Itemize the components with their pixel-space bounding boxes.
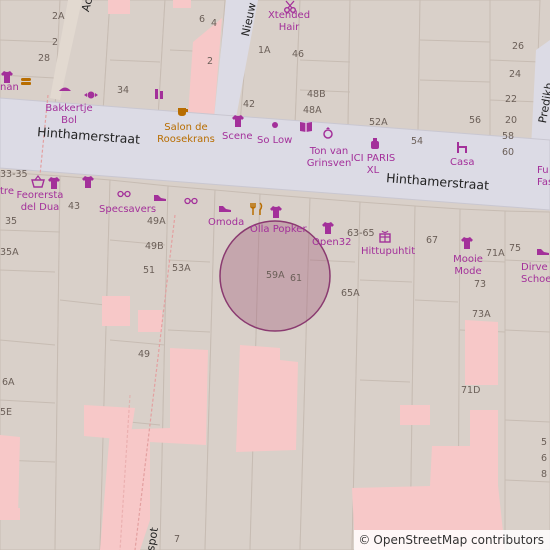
house-number: 2 (52, 37, 59, 48)
clothes-icon (322, 222, 334, 234)
poi-olla-popker[interactable]: Olla Popker (250, 225, 307, 235)
house-number: 35 (5, 216, 18, 227)
poi-specsavers[interactable]: Specsavers (99, 205, 156, 215)
poi-feorersta-del-dua[interactable]: Feorersta del Dua (14, 190, 66, 214)
house-number: 53A (172, 263, 191, 274)
house-number: 35A (0, 247, 19, 258)
house-number: 34 (117, 85, 130, 96)
house-number: 33-35 (0, 169, 28, 180)
gift-icon (379, 230, 391, 243)
house-number: 43 (68, 201, 81, 212)
house-number: 4 (211, 18, 218, 29)
attribution-text[interactable]: OpenStreetMap contributors (373, 533, 544, 547)
clothes-icon (1, 71, 13, 83)
shoes-icon (219, 206, 231, 212)
fast-food-icon (21, 78, 31, 85)
shop-dot-icon (272, 122, 278, 128)
map-attribution[interactable]: © OpenStreetMap contributors (354, 530, 550, 550)
poi-mooie-mode[interactable]: Mooie Mode (452, 254, 484, 278)
house-number: 73 (474, 279, 487, 290)
poi-ici-paris-xl[interactable]: ICI PARIS XL (350, 153, 396, 177)
house-number: 67 (426, 235, 439, 246)
house-number: 51 (143, 265, 156, 276)
confectionery-icon (84, 91, 98, 99)
house-number: 2A (52, 11, 65, 22)
poi-open32[interactable]: Open32 (312, 238, 351, 248)
clothes-icon (270, 206, 282, 218)
clothes-icon (48, 177, 60, 189)
restaurant-icon (250, 202, 263, 215)
furniture-icon (457, 142, 467, 153)
street-label-spot: spot (144, 526, 161, 550)
house-number: 6 (541, 453, 548, 464)
house-number: 22 (505, 94, 518, 105)
house-number: 71D (461, 385, 481, 396)
clothes-icon (82, 176, 94, 188)
poi-salon-de-roosekrans[interactable]: Salon de Roosekrans (154, 122, 218, 146)
house-number: 1A (258, 45, 271, 56)
hairdresser-icon (284, 0, 296, 13)
house-number: 52A (369, 117, 388, 128)
shoes-icon (154, 195, 166, 201)
house-number: 73A (472, 309, 491, 320)
clothes-icon (461, 237, 473, 249)
poi-hittupuhtit[interactable]: Hittupuhtit (361, 247, 415, 257)
shoes-icon (537, 249, 549, 255)
house-number: 2 (207, 56, 214, 67)
optician-icon (184, 197, 198, 205)
poi-nan[interactable]: nan (0, 83, 19, 93)
optician-icon (117, 190, 131, 198)
house-number: 48A (303, 105, 322, 116)
poi-bakkertje-bol[interactable]: Bakkertje Bol (39, 103, 99, 127)
poi-fu-fas[interactable]: Fu Fas (537, 165, 550, 189)
house-number: 54 (411, 136, 424, 147)
house-number: 7 (174, 534, 181, 545)
house-number: 49 (138, 349, 151, 360)
books-icon (300, 122, 312, 132)
perfumery-icon (371, 138, 379, 149)
house-number: 61 (290, 273, 303, 284)
poi-tre[interactable]: tre (0, 187, 14, 197)
poi-scene[interactable]: Scene (222, 132, 253, 142)
house-number: 5E (0, 407, 13, 418)
house-number: 49A (147, 216, 166, 227)
map-view[interactable]: Hinthamerstraat Hinthamerstraat Nieuw Pr… (0, 0, 550, 550)
poi-casa[interactable]: Casa (450, 158, 474, 168)
house-number: 46 (292, 49, 305, 60)
house-number: 5 (541, 437, 548, 448)
poi-omoda[interactable]: Omoda (208, 218, 244, 228)
house-number: 24 (509, 69, 522, 80)
house-number: 28 (38, 53, 51, 64)
house-number: 6 (199, 14, 206, 25)
house-number: 60 (502, 147, 515, 158)
house-number: 71A (486, 248, 505, 259)
house-number: 75 (509, 243, 522, 254)
house-number: 8 (541, 469, 548, 480)
beverages-icon (155, 89, 163, 99)
house-number: 48B (307, 89, 326, 100)
copyright-symbol: © (358, 533, 371, 547)
house-number: 58 (502, 131, 515, 142)
poi-dirve-schoe[interactable]: Dirve Schoe (521, 262, 550, 286)
house-number: 49B (145, 241, 164, 252)
house-number: 6A (2, 377, 15, 388)
shopping-basket-icon (31, 175, 45, 188)
bakery-icon (59, 87, 71, 91)
house-number: 20 (505, 115, 518, 126)
house-number: 26 (512, 41, 525, 52)
cafe-icon (178, 108, 188, 116)
jewelry-icon (323, 127, 333, 139)
house-number: 63-65 (347, 228, 375, 239)
house-number: 56 (469, 115, 482, 126)
poi-so-low[interactable]: So Low (257, 136, 292, 146)
clothes-icon (232, 115, 244, 127)
house-number: 59A (266, 270, 285, 281)
house-number: 65A (341, 288, 360, 299)
house-number: 42 (243, 99, 256, 110)
poi-ton-van-grinsven[interactable]: Ton van Grinsven (306, 146, 352, 170)
